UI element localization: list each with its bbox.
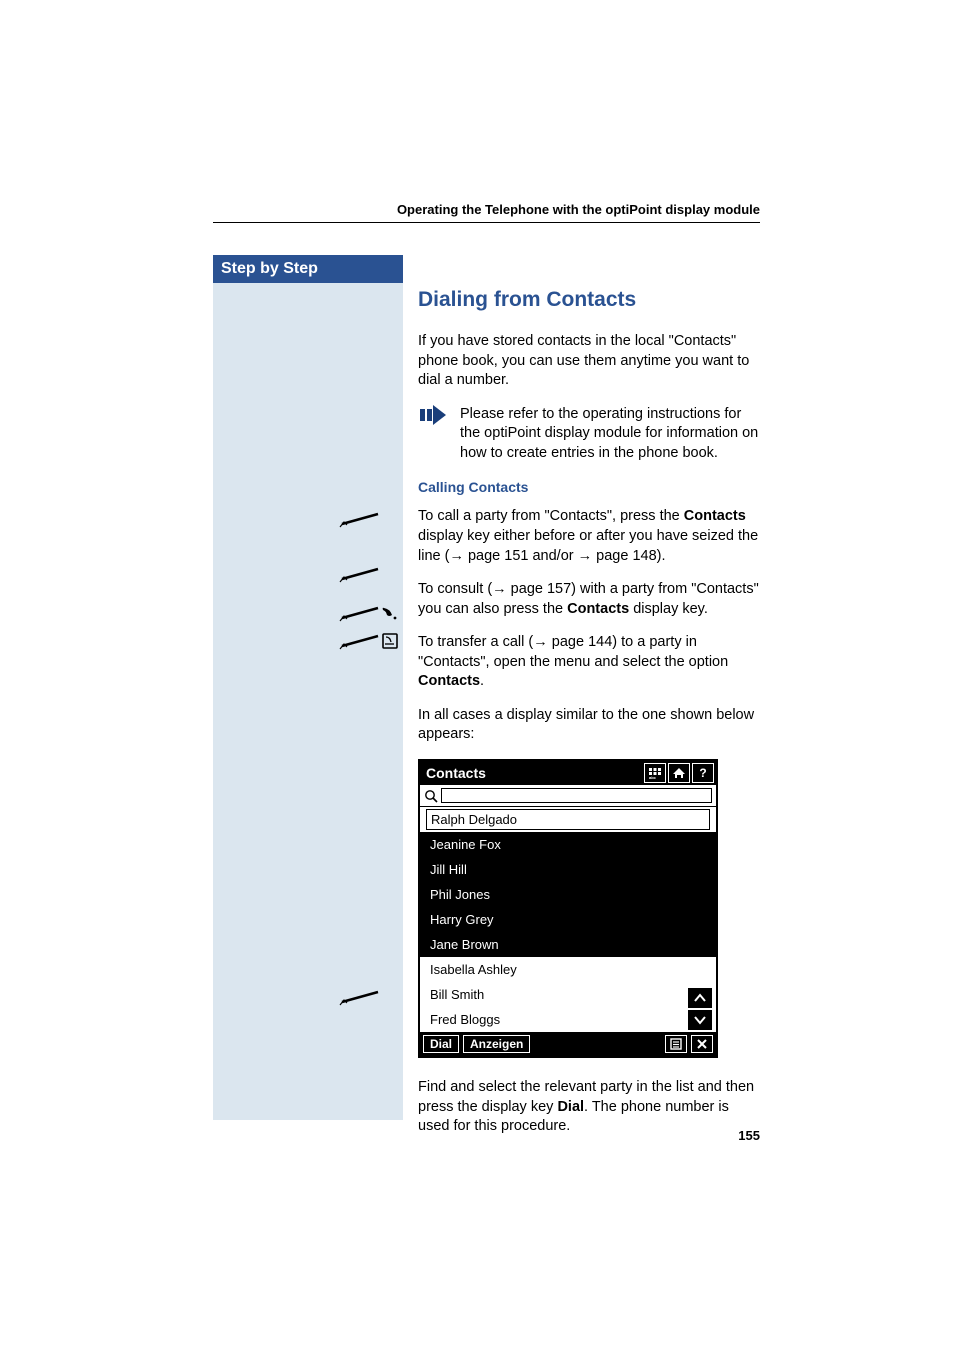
touchkey-icon	[340, 569, 378, 582]
text: page 148).	[592, 548, 665, 564]
paragraph-display-intro: In all cases a display similar to the on…	[418, 706, 760, 745]
phone-title: Contacts	[420, 765, 644, 781]
page-number: 155	[738, 1128, 760, 1143]
paragraph-call: To call a party from "Contacts", press t…	[418, 507, 760, 566]
arrow-icon: →	[578, 548, 593, 564]
phone-search-input[interactable]	[441, 788, 712, 803]
arrow-icon: →	[449, 548, 464, 564]
phone-contact-list: Ralph Delgado Jeanine Fox Jill Hill Phil…	[420, 809, 716, 1032]
text: display key.	[629, 601, 708, 617]
close-softkey-icon[interactable]	[691, 1035, 713, 1053]
phone-titlebar: Contacts abc ?	[420, 761, 716, 785]
scroll-up-button[interactable]	[688, 988, 712, 1008]
phone-softkey-bar: Dial Anzeigen	[420, 1032, 716, 1056]
contacts-label: Contacts	[567, 601, 629, 617]
magnifier-icon	[424, 789, 438, 803]
section-heading: Dialing from Contacts	[418, 288, 760, 312]
list-item[interactable]: Fred Bloggs	[420, 1007, 716, 1032]
touchkey-with-handset-icon	[340, 608, 396, 621]
list-item[interactable]: Jane Brown	[420, 932, 716, 957]
menu-softkey-icon[interactable]	[665, 1035, 687, 1053]
text: page 151 and/or	[464, 548, 578, 564]
intro-paragraph: If you have stored contacts in the local…	[418, 332, 760, 391]
dial-softkey[interactable]: Dial	[423, 1035, 459, 1053]
touchkey-with-phonelist-icon	[340, 634, 397, 649]
keypad-icon[interactable]: abc	[644, 763, 666, 783]
scroll-down-button[interactable]	[688, 1010, 712, 1030]
touchkey-icons-group	[336, 512, 406, 672]
list-item[interactable]: Isabella Ashley	[420, 957, 716, 982]
contacts-label: Contacts	[684, 508, 746, 524]
touchkey-icon	[340, 514, 378, 527]
help-icon[interactable]: ?	[692, 763, 714, 783]
list-item[interactable]: Jeanine Fox	[420, 832, 716, 857]
text: .	[480, 673, 484, 689]
phone-search-row	[420, 785, 716, 807]
anzeigen-softkey[interactable]: Anzeigen	[463, 1035, 530, 1053]
list-item[interactable]: Harry Grey	[420, 907, 716, 932]
running-header: Operating the Telephone with the optiPoi…	[397, 202, 760, 217]
list-item[interactable]: Bill Smith	[420, 982, 716, 1007]
note-arrow-icon	[418, 405, 446, 464]
contacts-label: Contacts	[418, 673, 480, 689]
arrow-icon: →	[492, 581, 507, 597]
dial-label: Dial	[557, 1099, 584, 1115]
svg-text:abc: abc	[649, 775, 657, 779]
home-icon[interactable]	[668, 763, 690, 783]
phone-screen-mockup: Contacts abc ?	[418, 759, 718, 1058]
text: To call a party from "Contacts", press t…	[418, 508, 684, 524]
paragraph-consult: To consult (→ page 157) with a party fro…	[418, 580, 760, 619]
touchkey-icon	[336, 990, 386, 1010]
subsection-heading: Calling Contacts	[418, 479, 760, 495]
text: To transfer a call (	[418, 634, 533, 650]
header-rule	[213, 222, 760, 223]
arrow-icon: →	[533, 634, 548, 650]
text: To consult (	[418, 581, 492, 597]
list-item[interactable]: Jill Hill	[420, 857, 716, 882]
note-text: Please refer to the operating instructio…	[460, 405, 760, 464]
main-content: Dialing from Contacts If you have stored…	[418, 288, 760, 1151]
paragraph-find-select: Find and select the relevant party in th…	[418, 1078, 760, 1137]
paragraph-transfer: To transfer a call (→ page 144) to a par…	[418, 633, 760, 692]
sidebar-title: Step by Step	[213, 255, 403, 283]
list-item[interactable]: Ralph Delgado	[426, 809, 710, 830]
list-item[interactable]: Phil Jones	[420, 882, 716, 907]
note-block: Please refer to the operating instructio…	[418, 405, 760, 464]
